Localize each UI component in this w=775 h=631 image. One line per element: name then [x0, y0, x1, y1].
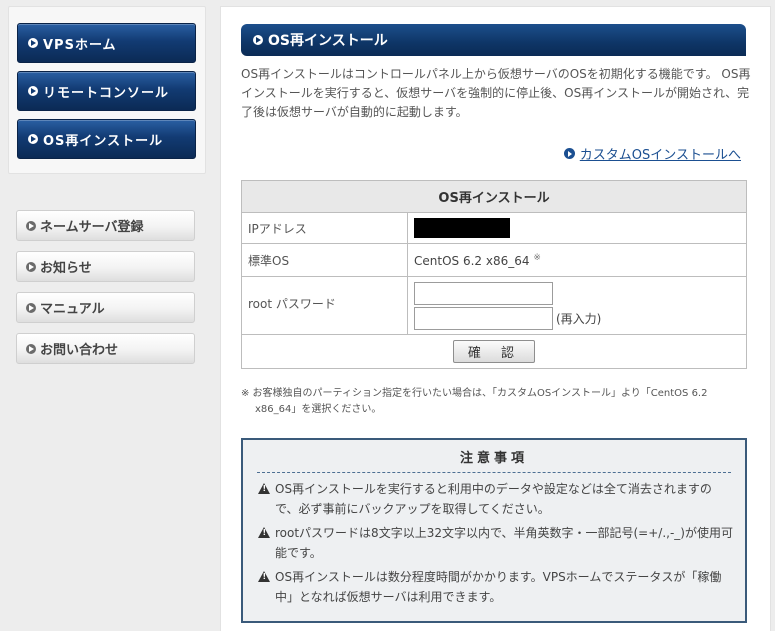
nav-remote-console[interactable]: リモートコンソール — [17, 71, 196, 111]
caution-box: 注意事項 OS再インストールを実行すると利用中のデータや設定などは全て消去されま… — [241, 438, 747, 623]
arrow-circle-icon — [26, 220, 36, 231]
arrow-circle-icon — [28, 38, 38, 48]
nav-contact[interactable]: お問い合わせ — [16, 333, 195, 364]
caution-text: OS再インストールを実行すると利用中のデータや設定などは全て消去されますので、必… — [275, 482, 712, 516]
caution-item: rootパスワードは8文字以上32文字以内で、半角英数字・一部記号(=+/.,-… — [258, 523, 733, 563]
nav-label: お問い合わせ — [40, 343, 119, 358]
arrow-circle-icon — [26, 343, 36, 354]
reinstall-form: OS再インストール IPアドレス 標準OS CentOS 6.2 x86_64 … — [241, 180, 747, 369]
caution-item: OS再インストールは数分程度時間がかかります。VPSホームでステータスが「稼働中… — [258, 567, 733, 607]
arrow-circle-icon — [253, 35, 263, 45]
caution-title: 注意事項 — [257, 447, 731, 473]
page-title: OS再インストール — [241, 24, 746, 56]
sidebar: VPSホーム リモートコンソール OS再インストール ネームサーバ登録 お知らせ… — [8, 6, 206, 626]
os-value: CentOS 6.2 x86_64 — [414, 253, 530, 268]
arrow-circle-icon — [563, 148, 575, 159]
nav-label: ネームサーバ登録 — [40, 220, 144, 235]
intro-text: OS再インストールはコントロールパネル上から仮想サーバのOSを初期化する機能です… — [241, 67, 751, 119]
nav-label: お知らせ — [40, 261, 92, 276]
arrow-circle-icon — [26, 302, 36, 313]
partition-note: ※ お客様独自のパーティション指定を行いたい場合は、「カスタムOSインストール」… — [241, 388, 708, 415]
password-label: root パスワード — [241, 276, 408, 335]
nav-label: OS再インストール — [43, 133, 164, 149]
caution-text: rootパスワードは8文字以上32文字以内で、半角英数字・一部記号(=+/.,-… — [275, 526, 733, 560]
page-title-text: OS再インストール — [268, 33, 388, 49]
nav-label: VPSホーム — [43, 37, 117, 53]
custom-link-label: カスタムOSインストールへ — [579, 148, 741, 163]
redacted-ip — [414, 218, 510, 238]
main-content: OS再インストール OS再インストールはコントロールパネル上から仮想サーバのOS… — [220, 6, 771, 631]
os-value-cell: CentOS 6.2 x86_64 ※ — [407, 243, 747, 277]
nav-manual[interactable]: マニュアル — [16, 292, 195, 323]
reenter-label: (再入力) — [556, 311, 602, 326]
caution-list: OS再インストールを実行すると利用中のデータや設定などは全て消去されますので、必… — [243, 479, 745, 607]
secondary-nav: ネームサーバ登録 お知らせ マニュアル お問い合わせ — [8, 210, 206, 364]
arrow-circle-icon — [28, 86, 38, 96]
nav-os-reinstall[interactable]: OS再インストール — [17, 119, 196, 159]
form-header: OS再インストール — [241, 180, 747, 213]
nav-vps-home[interactable]: VPSホーム — [17, 23, 196, 63]
warning-icon — [258, 483, 271, 495]
warning-icon — [258, 571, 271, 583]
nav-nameserver[interactable]: ネームサーバ登録 — [16, 210, 195, 241]
custom-os-install-link[interactable]: カスタムOSインストールへ — [563, 144, 741, 163]
warning-icon — [258, 527, 271, 539]
ip-label: IPアドレス — [241, 212, 408, 244]
password-confirm-input[interactable] — [414, 306, 553, 330]
primary-nav: VPSホーム リモートコンソール OS再インストール — [8, 6, 206, 174]
os-label: 標準OS — [241, 243, 408, 277]
nav-label: マニュアル — [40, 302, 105, 317]
caution-item: OS再インストールを実行すると利用中のデータや設定などは全て消去されますので、必… — [258, 479, 733, 519]
arrow-circle-icon — [28, 134, 38, 144]
password-input[interactable] — [414, 281, 553, 305]
caution-text: OS再インストールは数分程度時間がかかります。VPSホームでステータスが「稼働中… — [275, 570, 722, 604]
nav-label: リモートコンソール — [43, 85, 170, 101]
ip-value — [407, 212, 747, 244]
password-cell: (再入力) — [407, 276, 747, 335]
nav-news[interactable]: お知らせ — [16, 251, 195, 282]
arrow-circle-icon — [26, 261, 36, 272]
confirm-button[interactable]: 確 認 — [453, 340, 535, 363]
os-mark: ※ — [533, 252, 541, 263]
confirm-cell: 確 認 — [241, 334, 747, 369]
